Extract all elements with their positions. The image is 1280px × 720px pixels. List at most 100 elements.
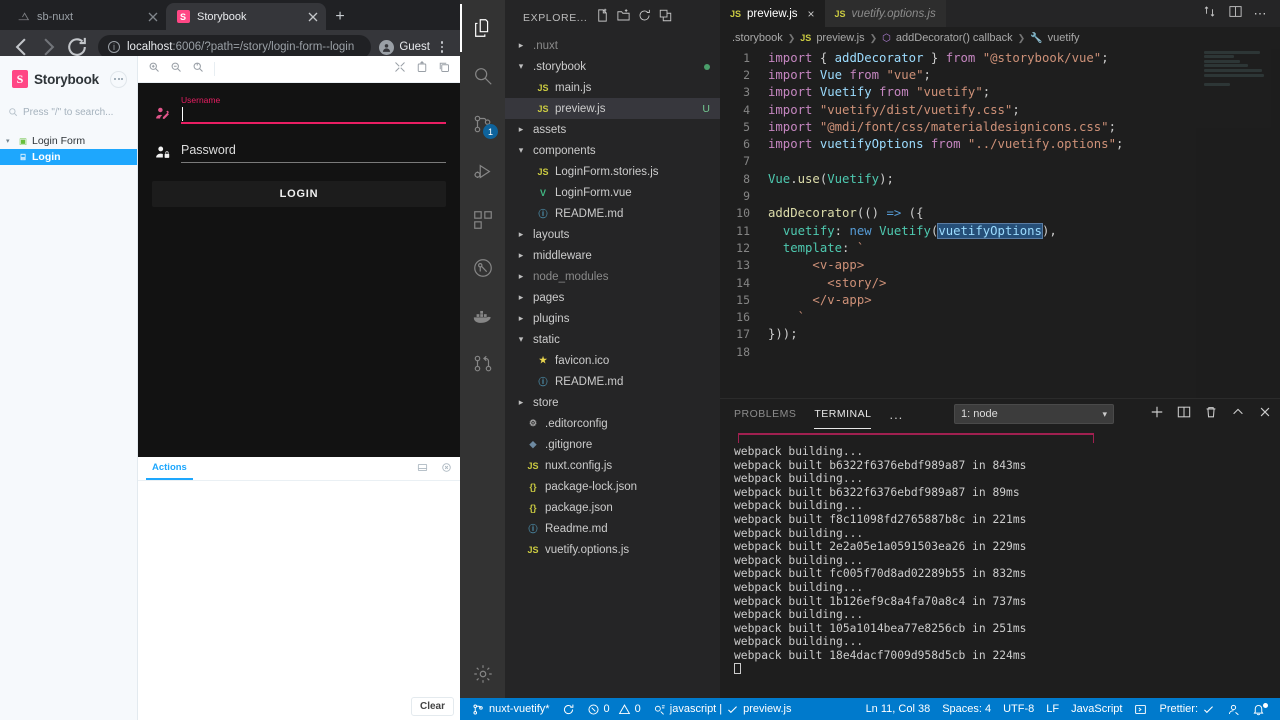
browser-tab-sb-nuxt[interactable]: sb-nuxt xyxy=(6,3,166,30)
kill-terminal-icon[interactable] xyxy=(1204,405,1218,424)
file-tree-item[interactable]: ⚙ .editorconfig xyxy=(505,413,720,434)
more-actions-icon[interactable]: ⋯ xyxy=(1254,6,1269,22)
file-tree-item[interactable]: V LoginForm.vue xyxy=(505,182,720,203)
copy-link-icon[interactable] xyxy=(438,60,450,78)
file-tree-item[interactable]: ▸ middleware xyxy=(505,245,720,266)
breadcrumb-property[interactable]: vuetify xyxy=(1048,32,1080,44)
close-panel-icon[interactable] xyxy=(1258,405,1272,424)
collapse-all-icon[interactable] xyxy=(658,8,673,28)
status-language-mode[interactable]: JavaScript xyxy=(1065,698,1128,720)
clear-actions-button[interactable]: Clear xyxy=(410,697,454,716)
open-new-tab-icon[interactable] xyxy=(416,60,428,78)
status-eol[interactable]: LF xyxy=(1040,698,1065,720)
status-indentation[interactable]: Spaces: 4 xyxy=(936,698,997,720)
file-tree-item[interactable]: ◆ .gitignore xyxy=(505,434,720,455)
status-sync[interactable] xyxy=(556,698,581,720)
split-editor-icon[interactable] xyxy=(1228,4,1243,24)
breadcrumb-folder[interactable]: .storybook xyxy=(732,32,783,44)
story-group-login-form[interactable]: ▾ ▣ Login Form xyxy=(0,133,137,149)
source-control-icon[interactable]: 1 xyxy=(460,100,505,148)
status-prettier[interactable]: Prettier: xyxy=(1153,698,1221,720)
zoom-reset-icon[interactable] xyxy=(192,60,204,78)
chevron-right-icon[interactable]: ▸ xyxy=(513,313,529,324)
file-tree-item[interactable]: ▸ .nuxt xyxy=(505,35,720,56)
new-tab-button[interactable]: + xyxy=(326,3,354,30)
status-cursor-position[interactable]: Ln 11, Col 38 xyxy=(860,698,937,720)
extensions-icon[interactable] xyxy=(460,196,505,244)
settings-gear-icon[interactable] xyxy=(460,650,505,698)
file-tree-item[interactable]: ⓘ README.md xyxy=(505,371,720,392)
status-eslint[interactable]: javascript | preview.js xyxy=(647,698,798,720)
file-tree-item[interactable]: ⓘ Readme.md xyxy=(505,518,720,539)
file-tree-item[interactable]: ▸ layouts xyxy=(505,224,720,245)
run-file-icon[interactable] xyxy=(1128,698,1153,720)
maximize-panel-icon[interactable] xyxy=(1231,405,1245,424)
story-item-login[interactable]: ⌸ Login xyxy=(0,149,137,165)
chevron-right-icon[interactable]: ▸ xyxy=(513,250,529,261)
tab-terminal[interactable]: TERMINAL xyxy=(814,400,871,429)
docker-icon[interactable] xyxy=(460,292,505,340)
editor-tab-vuetify-options-js[interactable]: JS vuetify.options.js xyxy=(824,0,946,27)
file-tree-item[interactable]: {} package.json xyxy=(505,497,720,518)
new-folder-icon[interactable] xyxy=(616,8,631,28)
close-icon[interactable]: × xyxy=(808,7,815,21)
gitlens-icon[interactable] xyxy=(460,244,505,292)
status-encoding[interactable]: UTF-8 xyxy=(997,698,1040,720)
terminal-output[interactable]: webpack building... webpack built b6322f6… xyxy=(720,429,1280,698)
tab-actions[interactable]: Actions xyxy=(146,457,193,480)
chevron-right-icon[interactable]: ▸ xyxy=(513,271,529,282)
editor-tab-preview-js[interactable]: JS preview.js × xyxy=(720,0,825,27)
browser-tab-storybook[interactable]: S Storybook xyxy=(166,3,326,30)
explorer-icon[interactable] xyxy=(460,4,505,52)
storybook-menu-icon[interactable] xyxy=(110,70,127,88)
panel-overflow-icon[interactable]: ... xyxy=(889,407,903,422)
close-icon[interactable] xyxy=(306,10,320,24)
file-tree-item[interactable]: ▾ static xyxy=(505,329,720,350)
browser-menu-icon[interactable] xyxy=(432,41,452,53)
file-tree-item[interactable]: ▸ node_modules xyxy=(505,266,720,287)
file-tree-item[interactable]: ▸ assets xyxy=(505,119,720,140)
storybook-brand[interactable]: S Storybook xyxy=(0,66,137,92)
username-input[interactable] xyxy=(181,105,446,124)
file-tree-item[interactable]: ▸ plugins xyxy=(505,308,720,329)
zoom-in-icon[interactable] xyxy=(148,60,160,78)
profile-button[interactable]: Guest xyxy=(379,39,430,55)
close-icon[interactable] xyxy=(146,10,160,24)
status-notifications-icon[interactable] xyxy=(1246,698,1274,720)
status-problems[interactable]: 0 0 xyxy=(581,698,647,720)
panel-position-icon[interactable] xyxy=(404,460,428,478)
search-icon[interactable] xyxy=(460,52,505,100)
chevron-down-icon[interactable]: ▾ xyxy=(513,61,529,72)
file-tree-item[interactable]: ★ favicon.ico xyxy=(505,350,720,371)
file-tree-item[interactable]: ⓘ README.md xyxy=(505,203,720,224)
file-tree-item[interactable]: JS main.js xyxy=(505,77,720,98)
file-tree-item[interactable]: JS preview.js U xyxy=(505,98,720,119)
file-tree-item[interactable]: ▸ pages xyxy=(505,287,720,308)
code-editor[interactable]: 1 import { addDecorator } from "@storyboo… xyxy=(720,49,1280,398)
new-file-icon[interactable] xyxy=(595,8,610,28)
file-tree-item[interactable]: JS nuxt.config.js xyxy=(505,455,720,476)
breadcrumb-file[interactable]: preview.js xyxy=(816,32,864,44)
pull-request-icon[interactable] xyxy=(460,340,505,388)
chevron-right-icon[interactable]: ▸ xyxy=(513,40,529,51)
chevron-right-icon[interactable]: ▸ xyxy=(513,229,529,240)
chevron-down-icon[interactable]: ▾ xyxy=(513,334,529,345)
password-input[interactable] xyxy=(181,160,446,163)
file-tree-item[interactable]: ▾ components xyxy=(505,140,720,161)
login-button[interactable]: LOGIN xyxy=(152,181,446,207)
chevron-right-icon[interactable]: ▸ xyxy=(513,124,529,135)
file-tree-item[interactable]: {} package-lock.json xyxy=(505,476,720,497)
chevron-down-icon[interactable]: ▾ xyxy=(513,145,529,156)
tab-problems[interactable]: PROBLEMS xyxy=(734,400,796,429)
zoom-out-icon[interactable] xyxy=(170,60,182,78)
new-terminal-icon[interactable] xyxy=(1150,405,1164,424)
status-feedback-icon[interactable] xyxy=(1221,698,1246,720)
site-info-icon[interactable]: i xyxy=(108,41,120,53)
password-input-wrap[interactable]: Password xyxy=(181,140,446,163)
file-tree-item[interactable]: JS LoginForm.stories.js xyxy=(505,161,720,182)
status-branch[interactable]: nuxt-vuetify* xyxy=(466,698,556,720)
file-tree-item[interactable]: JS vuetify.options.js xyxy=(505,539,720,560)
file-tree-item[interactable]: ▸ store xyxy=(505,392,720,413)
close-panel-icon[interactable] xyxy=(428,460,452,478)
storybook-search-input[interactable]: Press "/" to search... xyxy=(8,102,129,122)
